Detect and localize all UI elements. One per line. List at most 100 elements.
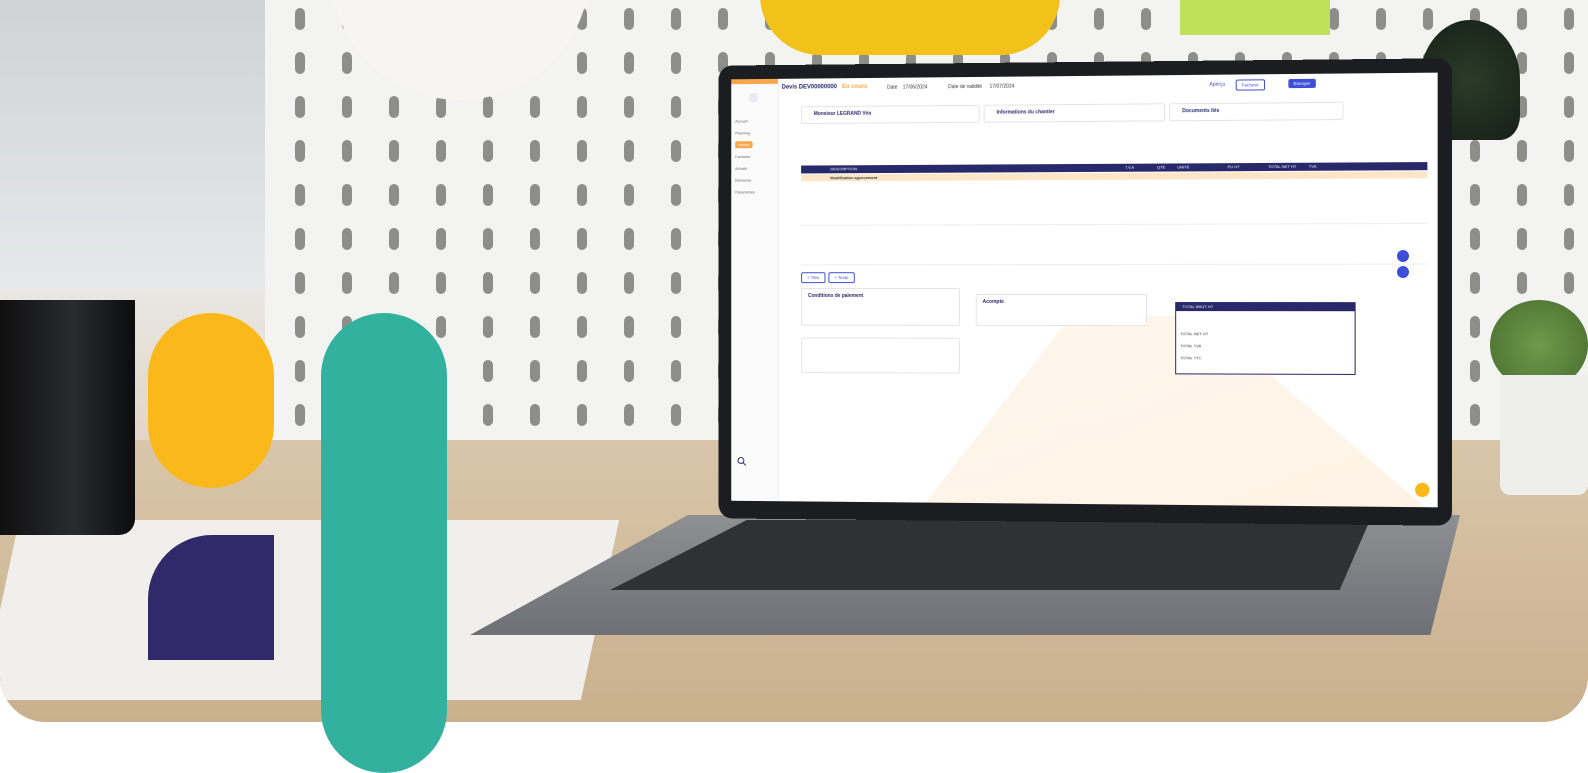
apercu-button[interactable]: Aperçu: [1209, 82, 1225, 88]
pegboard-hole: [483, 184, 493, 206]
payment-conditions-card[interactable]: Conditions de paiement: [801, 288, 960, 326]
pegboard-hole: [624, 52, 634, 74]
pegboard-hole: [1564, 228, 1574, 250]
sidebar-item-ventes[interactable]: Ventes: [735, 141, 753, 149]
pegboard-hole: [671, 8, 681, 30]
pegboard-hole: [1564, 96, 1574, 118]
pegboard-hole: [436, 140, 446, 162]
pegboard-hole: [1517, 272, 1527, 294]
pegboard-hole: [1470, 184, 1480, 206]
sidebar-item-achats[interactable]: Achats: [735, 166, 747, 171]
documents-card[interactable]: Documents liés: [1169, 101, 1344, 122]
window-light: [0, 0, 280, 290]
date-value[interactable]: 17/06/2024: [903, 84, 928, 90]
pegboard-hole: [671, 140, 681, 162]
pegboard-hole: [624, 316, 634, 338]
pegboard-hole: [295, 96, 305, 118]
plant-pot: [1500, 375, 1588, 495]
pegboard-hole: [671, 184, 681, 206]
pegboard-hole: [295, 316, 305, 338]
pegboard-hole: [671, 272, 681, 294]
validity-label: Date de validité: [948, 83, 983, 91]
app-sidebar: Accueil Planning Ventes Factures Achats …: [731, 78, 779, 502]
add-title-button[interactable]: + Titre: [801, 272, 826, 284]
sidebar-item-factures[interactable]: Factures: [735, 154, 750, 159]
totals-header-bar: TOTAL BRUT HT: [1176, 303, 1355, 312]
acompte-card[interactable]: Acompte: [975, 293, 1148, 327]
facturer-button[interactable]: Facturer: [1235, 79, 1265, 91]
pegboard-hole: [1517, 228, 1527, 250]
col-unit: UNITÉ: [1177, 164, 1190, 170]
pegboard-hole: [624, 96, 634, 118]
envoyer-button[interactable]: Envoyer: [1288, 78, 1316, 89]
pegboard-hole: [342, 228, 352, 250]
pegboard-hole: [436, 228, 446, 250]
help-chat-button[interactable]: [1415, 482, 1430, 498]
pegboard-hole: [295, 140, 305, 162]
pegboard-hole: [671, 228, 681, 250]
sidebar-item-accueil[interactable]: Accueil: [735, 119, 747, 124]
status-badge[interactable]: En cours: [842, 84, 867, 90]
pegboard-hole: [577, 360, 587, 382]
add-text-button[interactable]: + Texte: [828, 272, 855, 284]
pegboard-hole: [342, 96, 352, 118]
yellow-helmet: [760, 0, 1060, 55]
sidebar-item-elements[interactable]: Éléments: [735, 178, 751, 183]
pegboard-hole: [1423, 8, 1433, 30]
pegboard-hole: [530, 184, 540, 206]
table-row[interactable]: [801, 182, 1428, 226]
date-label: Date: [887, 84, 898, 91]
pegboard-hole: [530, 140, 540, 162]
table-row[interactable]: [801, 227, 1428, 266]
pegboard-hole: [624, 184, 634, 206]
pegboard-hole: [483, 404, 493, 426]
pegboard-hole: [389, 140, 399, 162]
totals-panel: TOTAL BRUT HT TOTAL NET HT TOTAL TVA TOT…: [1175, 302, 1356, 375]
pegboard-hole: [530, 360, 540, 382]
pegboard-hole: [483, 316, 493, 338]
pegboard-hole: [1470, 228, 1480, 250]
pegboard-hole: [671, 360, 681, 382]
pegboard-hole: [577, 228, 587, 250]
pegboard-hole: [436, 316, 446, 338]
notes-textarea[interactable]: [801, 337, 960, 374]
pegboard-hole: [671, 404, 681, 426]
sidebar-item-planning[interactable]: Planning: [735, 130, 750, 135]
pegboard-hole: [342, 52, 352, 74]
expand-icon[interactable]: [1397, 250, 1409, 262]
pegboard-hole: [624, 360, 634, 382]
green-object: [1180, 0, 1330, 35]
search-icon[interactable]: [737, 454, 747, 464]
brand-shape-green: [321, 313, 447, 773]
pegboard-hole: [295, 52, 305, 74]
pegboard-hole: [1470, 140, 1480, 162]
pegboard-hole: [577, 316, 587, 338]
pegboard-hole: [624, 272, 634, 294]
laptop-lid: Accueil Planning Ventes Factures Achats …: [718, 58, 1453, 526]
pegboard-hole: [1517, 184, 1527, 206]
pegboard-hole: [342, 184, 352, 206]
pegboard-hole: [624, 228, 634, 250]
col-pu-ht: PU HT: [1227, 164, 1240, 170]
chat-icon[interactable]: [1397, 266, 1409, 278]
pegboard-hole: [1470, 272, 1480, 294]
pegboard-hole: [1141, 8, 1151, 30]
col-description: DESCRIPTION: [830, 166, 858, 172]
pegboard-hole: [483, 228, 493, 250]
col-tva-rate: T.V.A: [1124, 164, 1135, 170]
pegboard-hole: [1517, 140, 1527, 162]
chantier-card[interactable]: Informations du chantier: [983, 103, 1166, 123]
pegboard-hole: [530, 316, 540, 338]
sidebar-item-parametres[interactable]: Paramètres: [735, 189, 755, 194]
pegboard-hole: [577, 272, 587, 294]
chantier-label: Informations du chantier: [996, 109, 1055, 116]
section-title: Modification agencement: [830, 175, 878, 181]
pegboard-hole: [1470, 360, 1480, 382]
pegboard-hole: [436, 272, 446, 294]
validity-value[interactable]: 17/07/2024: [990, 84, 1015, 90]
client-card[interactable]: Monsieur LEGRAND Véa: [801, 104, 980, 125]
avatar[interactable]: [748, 92, 759, 103]
pegboard-hole: [577, 184, 587, 206]
pegboard-hole: [389, 228, 399, 250]
black-mug: [0, 300, 135, 535]
